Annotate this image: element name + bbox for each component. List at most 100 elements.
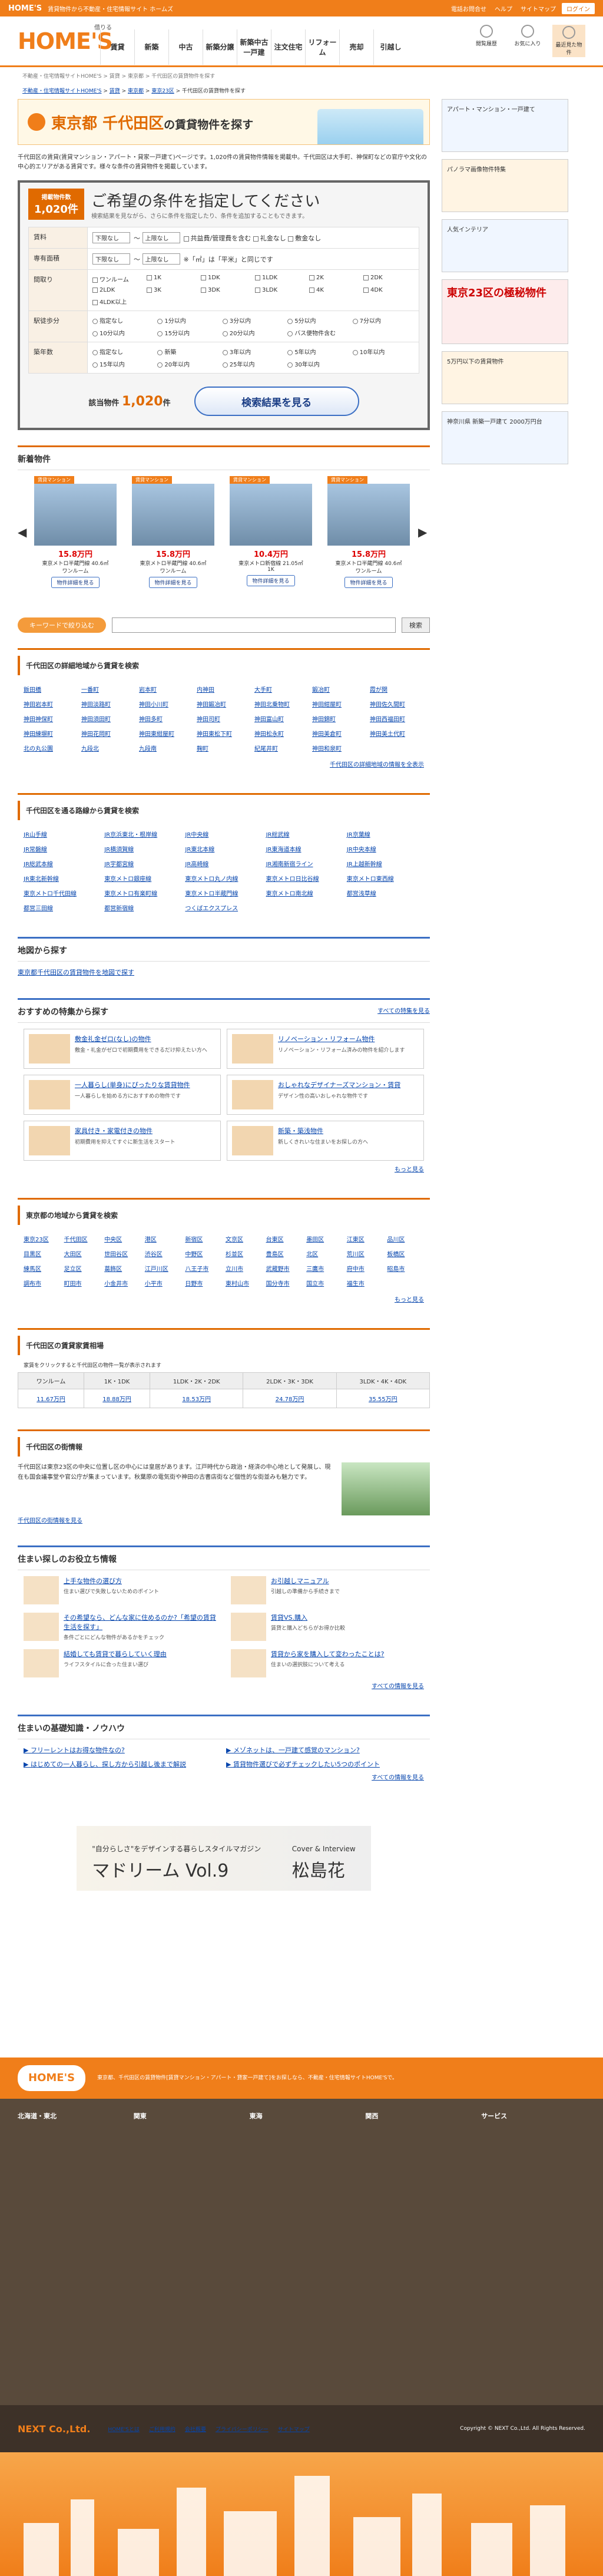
layout-radio[interactable] — [255, 275, 260, 280]
feature-link[interactable]: 新築・築浅物件 — [278, 1126, 368, 1135]
feature-link[interactable]: 一人暮らし(単身)にぴったりな賃貸物件 — [75, 1080, 190, 1089]
line-link[interactable]: 東京メトロ東西線 — [347, 874, 424, 883]
area-link[interactable]: 神田和泉町 — [312, 744, 366, 752]
side-banner-kanagawa[interactable]: 神奈川県 新築一戸建て 2000万円台 — [442, 411, 568, 464]
area-link[interactable]: 神田美倉町 — [312, 729, 366, 738]
city-link[interactable]: 千代田区 — [64, 1234, 101, 1243]
city-link[interactable]: 大田区 — [64, 1249, 101, 1258]
feature-link[interactable]: 敷金礼金ゼロ(なし)の物件 — [75, 1034, 207, 1043]
listing-photo[interactable] — [230, 484, 312, 546]
walk-option[interactable]: バス便物件含む — [287, 328, 349, 337]
feature-item[interactable]: 敷金礼金ゼロ(なし)の物件 敷金・礼金がゼロで初期費用をできるだけ抑えたい方へ — [24, 1029, 221, 1069]
favorites-button[interactable]: お気に入り — [511, 25, 544, 57]
area-link[interactable]: 神田多町 — [139, 714, 193, 723]
listing-card[interactable]: 賃貸マンション 15.8万円 東京メトロ半蔵門線 40.6㎡ ワンルーム 物件詳細を見る — [34, 476, 117, 588]
layout-option[interactable]: 1K — [147, 275, 197, 283]
history-button[interactable]: 閲覧履歴 — [470, 25, 503, 57]
footer-link[interactable]: プライバシーポリシー — [216, 2425, 269, 2433]
walk-option[interactable]: 1分以内 — [157, 316, 218, 325]
area-link[interactable]: 北の丸公園 — [24, 744, 78, 752]
layout-radio[interactable] — [363, 287, 369, 293]
walk-radio[interactable] — [287, 318, 293, 324]
walk-radio[interactable] — [287, 331, 293, 336]
rent-value-link[interactable]: 11.67万円 — [37, 1396, 65, 1403]
age-radio[interactable] — [352, 349, 358, 355]
nav-move[interactable]: 引越し — [373, 29, 407, 65]
side-banner-interior[interactable]: 人気インテリア — [442, 219, 568, 272]
walk-radio[interactable] — [352, 318, 358, 324]
feature-link[interactable]: リノベーション・リフォーム物件 — [278, 1034, 405, 1043]
walk-option[interactable]: 15分以内 — [157, 328, 218, 337]
walk-radio[interactable] — [222, 318, 228, 324]
walk-option[interactable]: 10分以内 — [92, 328, 154, 337]
listing-photo[interactable] — [132, 484, 214, 546]
area-link[interactable]: 神田神保町 — [24, 714, 78, 723]
feature-item[interactable]: 一人暮らし(単身)にぴったりな賃貸物件 一人暮らしを始める方におすすめの物件です — [24, 1075, 221, 1115]
walk-radio[interactable] — [157, 318, 163, 324]
area-link[interactable]: 九段北 — [81, 744, 135, 752]
city-link[interactable]: 足立区 — [64, 1264, 101, 1273]
age-option[interactable]: 20年以内 — [157, 359, 218, 368]
map-link[interactable]: 東京都千代田区の賃貸物件を地図で探す — [18, 969, 134, 976]
carousel-next-icon[interactable]: ▶ — [418, 525, 430, 539]
city-link[interactable]: 国立市 — [306, 1279, 343, 1287]
walk-option[interactable]: 20分以内 — [222, 328, 284, 337]
feature-item[interactable]: おしゃれなデザイナーズマンション・賃貸 デザイン性の高いおしゃれな物件です — [227, 1075, 424, 1115]
top-brand[interactable]: HOME'S — [8, 4, 42, 13]
line-link[interactable]: JR高崎線 — [185, 859, 262, 868]
no-deposit-checkbox[interactable] — [288, 236, 294, 242]
footer-link[interactable]: 会社概要 — [185, 2425, 206, 2433]
age-radio[interactable] — [157, 362, 163, 368]
tip-item[interactable]: 結婚しても賃貸で暮らしていく理由 ライフスタイルに合った住まい選び — [24, 1649, 217, 1677]
knowhow-link[interactable]: ▶ フリーレントはお得な物件なの? — [24, 1745, 221, 1755]
city-link[interactable]: 小金井市 — [104, 1279, 141, 1287]
layout-option[interactable]: 2K — [309, 275, 360, 283]
crumb-rent[interactable]: 賃貸 — [110, 88, 120, 94]
search-submit-button[interactable]: 検索結果を見る — [194, 387, 359, 416]
side-banner-panorama[interactable]: パノラマ画像物件特集 — [442, 159, 568, 212]
line-link[interactable]: JR東海道本線 — [266, 844, 343, 853]
age-option[interactable]: 3年以内 — [222, 347, 284, 356]
age-radio[interactable] — [222, 349, 228, 355]
crumb-tokyo[interactable]: 東京都 — [128, 88, 144, 94]
include-fee-checkbox[interactable] — [183, 236, 189, 242]
rent-value-link[interactable]: 24.78万円 — [276, 1396, 304, 1403]
magazine-ad[interactable]: "自分らしさ"をデザインする暮らしスタイルマガジン マドリーム Vol.9 Cov… — [77, 1826, 371, 1891]
city-link[interactable]: 新宿区 — [185, 1234, 222, 1243]
listing-photo[interactable] — [34, 484, 117, 546]
tip-link[interactable]: その希望なら、どんな家に住めるのか?「希望の賃貸生活を探す」 — [64, 1613, 217, 1632]
area-link[interactable]: 神田須田町 — [81, 714, 135, 723]
age-option[interactable]: 25年以内 — [222, 359, 284, 368]
listing-detail-button[interactable]: 物件詳細を見る — [51, 577, 100, 588]
rent-max-select[interactable]: 上限なし — [142, 232, 180, 243]
city-link[interactable]: 中野区 — [185, 1249, 222, 1258]
area-link[interactable]: 神田東紺屋町 — [139, 729, 193, 738]
city-link[interactable]: 葛飾区 — [104, 1264, 141, 1273]
line-link[interactable]: JR上越新幹線 — [347, 859, 424, 868]
tip-link[interactable]: 結婚しても賃貸で暮らしていく理由 — [64, 1649, 167, 1659]
line-link[interactable]: 都営浅草線 — [347, 889, 424, 897]
age-option[interactable]: 指定なし — [92, 347, 154, 356]
age-radio[interactable] — [287, 349, 293, 355]
listing-photo[interactable] — [327, 484, 410, 546]
layout-option[interactable]: 3DK — [201, 287, 251, 293]
age-option[interactable]: 新築 — [157, 347, 218, 356]
line-link[interactable]: JR常磐線 — [24, 844, 101, 853]
age-option[interactable]: 5年以内 — [287, 347, 349, 356]
line-link[interactable]: JR京浜東北・根岸線 — [104, 830, 181, 838]
layout-option[interactable]: 2LDK — [92, 287, 143, 293]
area-link[interactable]: 神田美土代町 — [370, 729, 424, 738]
listing-card[interactable]: 賃貸マンション 15.8万円 東京メトロ半蔵門線 40.6㎡ ワンルーム 物件詳細を見る — [327, 476, 410, 588]
tip-item[interactable]: 上手な物件の選び方 住まい選びで失敗しないためのポイント — [24, 1576, 217, 1604]
layout-radio[interactable] — [309, 287, 314, 293]
tip-item[interactable]: お引越しマニュアル 引越しの準備から手続きまで — [231, 1576, 424, 1604]
city-link[interactable]: 渋谷区 — [145, 1249, 182, 1258]
city-link[interactable]: 江東区 — [347, 1234, 384, 1243]
top-link-sitemap[interactable]: サイトマップ — [521, 4, 556, 13]
feature-more-link[interactable]: もっと見る — [395, 1167, 424, 1173]
feature-item[interactable]: 新築・築浅物件 新しくきれいな住まいをお探しの方へ — [227, 1121, 424, 1161]
nav-house[interactable]: 新築中古 一戸建 — [237, 29, 271, 65]
line-link[interactable]: JR湘南新宿ライン — [266, 859, 343, 868]
feature-all-link[interactable]: すべての特集を見る — [377, 1006, 430, 1015]
city-link[interactable]: 練馬区 — [24, 1264, 61, 1273]
